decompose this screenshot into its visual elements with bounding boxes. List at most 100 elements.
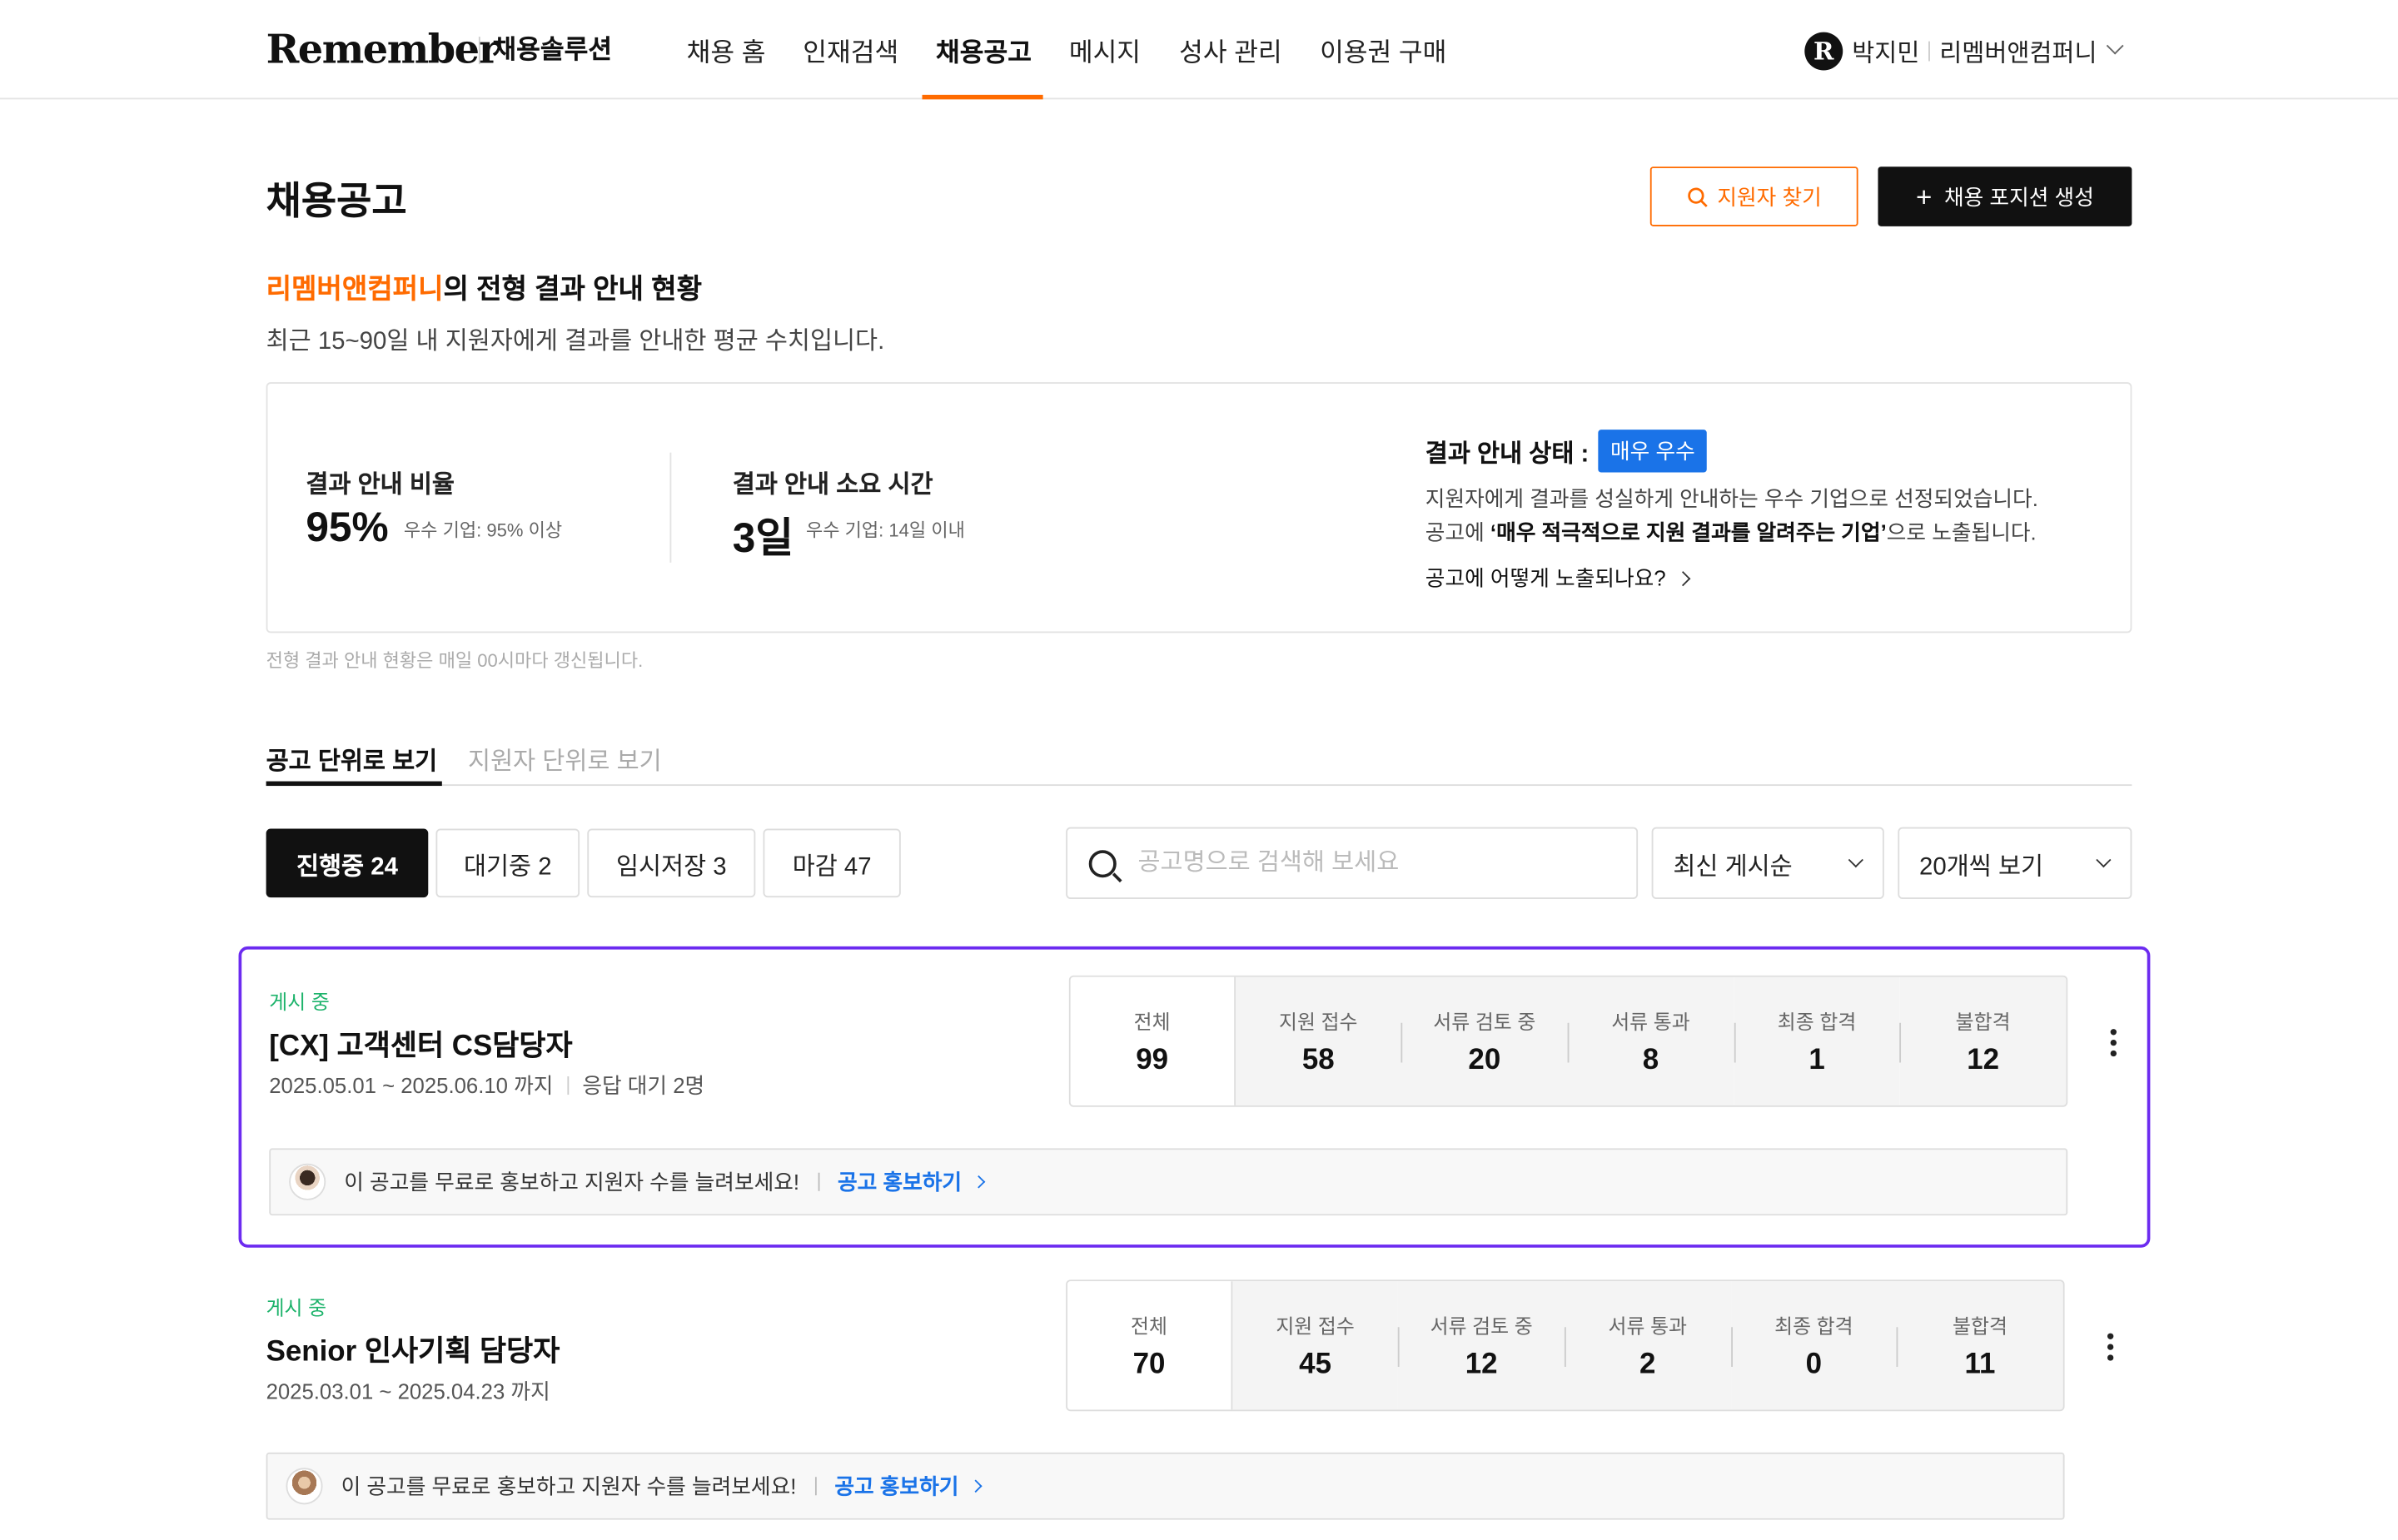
- avatar: [289, 1163, 326, 1200]
- posting-search[interactable]: [1066, 827, 1639, 899]
- nav-talent-search[interactable]: 인재검색: [803, 0, 898, 99]
- count-label: 전체: [1131, 1314, 1167, 1338]
- filter-in-progress[interactable]: 진행중 24: [266, 828, 429, 898]
- filter-waiting[interactable]: 대기중 2: [435, 828, 580, 898]
- status-desc-prefix: 공고에: [1425, 519, 1490, 544]
- search-icon: [1088, 849, 1117, 877]
- create-position-button[interactable]: + 채용 포지션 생성: [1878, 166, 2132, 226]
- ratio-label: 결과 안내 비율: [306, 472, 455, 499]
- promote-posting-link[interactable]: 공고 홍보하기: [834, 1471, 983, 1502]
- posting-search-input[interactable]: [1137, 849, 1597, 877]
- status-desc-suffix: 으로 노출됩니다.: [1886, 519, 2037, 544]
- job-title[interactable]: Senior 인사기획 담당자: [266, 1329, 560, 1370]
- result-stats-box: 결과 안내 비율 95% 우수 기업: 95% 이상 결과 안내 소요 시간 3…: [266, 382, 2132, 633]
- count-total[interactable]: 전체 99: [1070, 976, 1236, 1105]
- time-note: 우수 기업: 14일 이내: [805, 519, 965, 542]
- promo-text: 이 공고를 무료로 홍보하고 지원자 수를 늘려보세요!: [341, 1473, 797, 1498]
- count-label: 서류 통과: [1611, 1010, 1690, 1033]
- job-status: 게시 중: [266, 1296, 327, 1320]
- tab-divider: [266, 784, 2132, 787]
- count-value: 20: [1468, 1043, 1501, 1076]
- company-name: 리멤버앤컴퍼니: [266, 273, 444, 305]
- nav-hire-management[interactable]: 성사 관리: [1179, 0, 1282, 99]
- count-label: 전체: [1133, 1010, 1171, 1033]
- update-note: 전형 결과 안내 현황은 매일 00시마다 갱신됩니다.: [266, 649, 644, 672]
- chevron-down-icon: [1848, 852, 1863, 868]
- promo-banner: 이 공고를 무료로 홍보하고 지원자 수를 늘려보세요! 공고 홍보하기: [269, 1148, 2068, 1216]
- user-name: 박지민: [1852, 41, 1920, 67]
- status-label: 결과 안내 상태 :: [1425, 441, 1590, 469]
- count-value: 45: [1299, 1348, 1331, 1380]
- count-label: 불합격: [1953, 1314, 2007, 1338]
- chevron-right-icon: [972, 1175, 986, 1189]
- filter-closed[interactable]: 마감 47: [763, 828, 901, 898]
- count-rejected[interactable]: 불합격 12: [1899, 976, 2067, 1105]
- tab-by-posting[interactable]: 공고 단위로 보기: [266, 740, 438, 777]
- count-hired[interactable]: 최종 합격 0: [1730, 1281, 1898, 1410]
- count-applied[interactable]: 지원 접수 58: [1235, 976, 1402, 1105]
- count-label: 서류 검토 중: [1430, 1314, 1533, 1338]
- nav-job-postings[interactable]: 채용공고: [936, 0, 1032, 99]
- count-value: 2: [1639, 1348, 1656, 1380]
- count-label: 최종 합격: [1777, 1010, 1857, 1033]
- tab-by-applicant[interactable]: 지원자 단위로 보기: [468, 740, 662, 777]
- active-nav-indicator: [922, 94, 1043, 100]
- chevron-down-icon: [2096, 852, 2112, 868]
- promote-posting-link[interactable]: 공고 홍보하기: [838, 1166, 986, 1197]
- page-size-select[interactable]: 20개씩 보기: [1898, 827, 2132, 899]
- pending-responses: 응답 대기 2명: [582, 1073, 705, 1098]
- find-applicant-button[interactable]: 지원자 찾기: [1649, 166, 1858, 226]
- time-value: 3일: [732, 514, 794, 562]
- sort-select[interactable]: 최신 게시순: [1651, 827, 1884, 899]
- exposure-info-link[interactable]: 공고에 어떻게 노출되나요?: [1425, 563, 1691, 594]
- active-tab-indicator: [266, 781, 442, 787]
- nav-messages[interactable]: 메시지: [1069, 0, 1141, 99]
- avatar: [286, 1468, 323, 1505]
- count-value: 58: [1301, 1043, 1335, 1076]
- exposure-info-label: 공고에 어떻게 노출되나요?: [1425, 565, 1666, 590]
- sort-select-value: 최신 게시순: [1673, 853, 1793, 881]
- divider: [669, 452, 672, 563]
- more-options-icon[interactable]: [2106, 1333, 2115, 1361]
- nav-recruit-home[interactable]: 채용 홈: [687, 0, 766, 99]
- count-label: 최종 합격: [1774, 1314, 1853, 1338]
- promo-banner: 이 공고를 무료로 홍보하고 지원자 수를 늘려보세요! 공고 홍보하기: [266, 1452, 2065, 1520]
- job-period: 2025.05.01 ~ 2025.06.10 까지: [269, 1073, 554, 1098]
- status-desc-line-2: 공고에 ‘매우 적극적으로 지원 결과를 알려주는 기업’으로 노출됩니다.: [1425, 515, 2038, 549]
- plus-icon: +: [1915, 181, 1933, 212]
- user-menu[interactable]: R 박지민 리멤버앤컴퍼니: [1804, 31, 2124, 71]
- count-value: 11: [1964, 1348, 1996, 1380]
- job-meta: 2025.03.01 ~ 2025.04.23 까지: [266, 1376, 550, 1407]
- applicant-counts: 전체 70 지원 접수 45 서류 검토 중 12 서류 통과 2 최종 합격 0 불합격…: [1066, 1279, 2065, 1412]
- nav-pass-purchase[interactable]: 이용권 구매: [1320, 0, 1446, 99]
- logo-subtitle: 채용솔루션: [478, 36, 612, 65]
- job-title[interactable]: [CX] 고객센터 CS담당자: [269, 1023, 572, 1065]
- job-card[interactable]: 게시 중 [CX] 고객센터 CS담당자 2025.05.01 ~ 2025.0…: [238, 946, 2151, 1248]
- count-applied[interactable]: 지원 접수 45: [1231, 1281, 1399, 1410]
- count-reviewing[interactable]: 서류 검토 중 12: [1398, 1281, 1565, 1410]
- count-passed[interactable]: 서류 통과 8: [1567, 976, 1734, 1105]
- remember-logo[interactable]: Remember: [266, 27, 500, 73]
- more-options-icon[interactable]: [2109, 1029, 2118, 1057]
- promote-posting-label: 공고 홍보하기: [834, 1473, 959, 1498]
- count-value: 99: [1136, 1043, 1169, 1076]
- job-card[interactable]: 게시 중 Senior 인사기획 담당자 2025.03.01 ~ 2025.0…: [239, 1255, 2151, 1540]
- count-reviewing[interactable]: 서류 검토 중 20: [1401, 976, 1568, 1105]
- user-company: 리멤버앤컴퍼니: [1939, 41, 2097, 67]
- count-value: 12: [1967, 1043, 2000, 1076]
- count-value: 70: [1132, 1348, 1166, 1380]
- count-total[interactable]: 전체 70: [1067, 1281, 1232, 1410]
- result-summary-description: 최근 15~90일 내 지원자에게 결과를 안내한 평균 수치입니다.: [266, 328, 885, 355]
- heading-suffix: 의 전형 결과 안내 현황: [443, 273, 702, 305]
- filter-drafts[interactable]: 임시저장 3: [587, 828, 756, 898]
- count-passed[interactable]: 서류 통과 2: [1564, 1281, 1731, 1410]
- count-label: 서류 검토 중: [1433, 1010, 1536, 1033]
- job-meta: 2025.05.01 ~ 2025.06.10 까지 응답 대기 2명: [269, 1071, 704, 1101]
- count-hired[interactable]: 최종 합격 1: [1734, 976, 1900, 1105]
- status-desc-line-1: 지원자에게 결과를 성실하게 안내하는 우수 기업으로 선정되었습니다.: [1425, 486, 2038, 511]
- remember-r-icon: R: [1804, 31, 1843, 70]
- count-value: 1: [1808, 1043, 1825, 1076]
- count-rejected[interactable]: 불합격 11: [1897, 1281, 2063, 1410]
- result-summary-heading: 리멤버앤컴퍼니의 전형 결과 안내 현황: [266, 267, 702, 307]
- chevron-right-icon: [1675, 570, 1691, 586]
